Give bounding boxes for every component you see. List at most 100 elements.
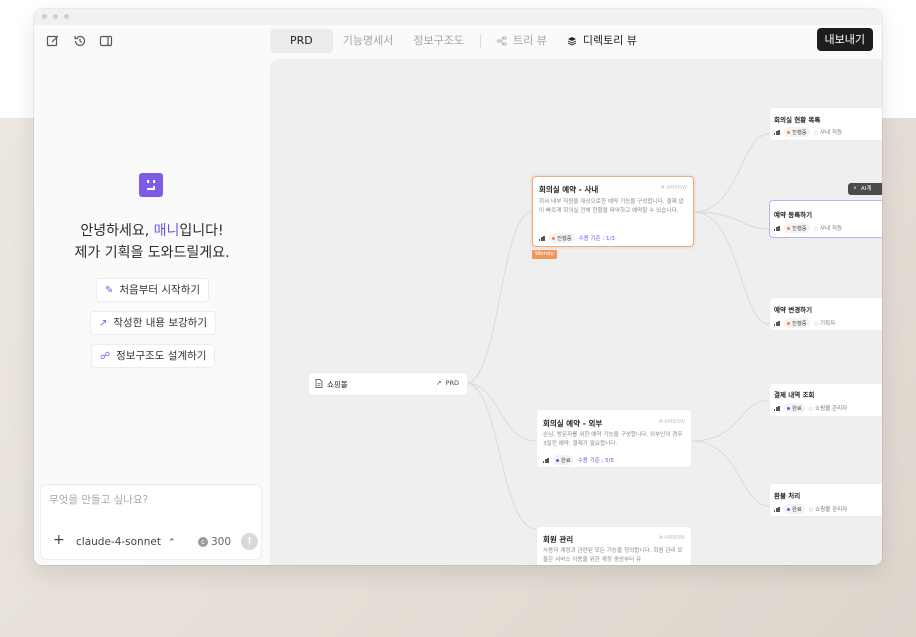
priority-icon: [774, 506, 780, 512]
chat-composer[interactable]: 무엇을 만들고 싶나요? + claude-4-sonnet ⌃ c 300 ↑: [40, 484, 262, 560]
credit-count: 300: [211, 536, 232, 548]
owner-label: 사내 직원: [814, 224, 842, 232]
arrow-up-right-icon: ↗: [436, 379, 442, 387]
status-badge: 진행중: [549, 233, 575, 243]
node-meta: 진행중 사내 직원: [774, 223, 842, 233]
tree-node-payment-history[interactable]: 결제 내역 조회 완료 쇼핑몰 관리자: [769, 383, 882, 417]
assistant-name: 매니: [153, 223, 180, 239]
status-label: 완료: [792, 406, 802, 412]
credit-icon: c: [198, 537, 208, 547]
send-button[interactable]: ↑: [241, 533, 258, 550]
node-id: #-AM9ISW: [660, 185, 687, 191]
chevron-up-icon: ⌃: [167, 538, 176, 548]
document-icon: [315, 379, 323, 388]
status-label: 진행중: [792, 130, 807, 136]
node-meta: 완료 쇼핑몰 관리자: [774, 403, 847, 413]
assistant-logo: [139, 173, 163, 197]
node-meta: 진행중 사내 직원: [774, 127, 842, 137]
node-description: 회사 내부 직원을 대상으로한 예약 기능을 구성합니다. 결제 없이 빠르게 …: [539, 199, 684, 214]
node-id: #-AM9ISW: [658, 535, 685, 541]
tree-node-modify-booking[interactable]: 예약 변경하기 진행중 기획자: [769, 297, 882, 331]
ai-tag-label: AI계: [860, 186, 872, 192]
priority-icon: [539, 235, 545, 241]
node-description: 손님, 방문자를 위한 예약 기능을 구성합니다. 외부인의 경우 3일전 예약…: [543, 432, 683, 447]
priority-icon: [774, 225, 780, 231]
directory-canvas[interactable]: 쇼핑몰 ↗ PRD 회의실 예약 - 사내 #-AM9ISW 회사 내부 직원을 …: [270, 59, 882, 565]
view-tabs: PRD 기능명세서 정보구조도 트리 뷰 디렉토리 뷰: [270, 29, 647, 53]
window-dot-minimize[interactable]: [53, 14, 58, 19]
tab-tree-view[interactable]: 트리 뷰: [487, 29, 557, 53]
status-badge: 진행중: [784, 223, 810, 233]
root-tag-label: PRD: [445, 379, 459, 387]
tab-tree-view-label: 트리 뷰: [512, 34, 547, 47]
status-badge: 완료: [553, 455, 574, 465]
owner-label: 사내 직원: [814, 128, 842, 136]
status-label: 진행중: [557, 236, 572, 242]
window-dot-zoom[interactable]: [64, 14, 69, 19]
tree-node-room-status-list[interactable]: 회의실 현황 목록 진행중 사내 직원: [769, 107, 882, 141]
start-from-scratch-label: 처음부터 시작하기: [119, 284, 201, 296]
edit-icon: ✎: [105, 285, 114, 296]
tab-divider: [479, 34, 481, 48]
root-title: 쇼핑몰: [327, 380, 348, 389]
owner-label: 기획자: [814, 319, 835, 327]
design-ia-button[interactable]: ☍ 정보구조도 설계하기: [91, 344, 216, 368]
node-id: #-AM9ISW: [658, 419, 685, 425]
enhance-content-button[interactable]: ↗ 작성한 내용 보강하기: [90, 311, 217, 335]
node-title: 회의실 예약 - 외부: [543, 419, 603, 428]
tree-icon: [497, 36, 507, 46]
node-meta: 완료 쇼핑몰 관리자: [774, 504, 847, 514]
tab-directory-view[interactable]: 디렉토리 뷰: [557, 29, 647, 53]
priority-icon: [774, 129, 780, 135]
tab-prd[interactable]: PRD: [270, 29, 333, 53]
tree-node-internal-booking[interactable]: 회의실 예약 - 사내 #-AM9ISW 회사 내부 직원을 대상으로한 예약 …: [532, 176, 694, 247]
chat-input[interactable]: 무엇을 만들고 싶나요?: [49, 492, 148, 507]
start-from-scratch-button[interactable]: ✎ 처음부터 시작하기: [96, 278, 210, 302]
tree-node-create-booking[interactable]: 예약 등록하기 진행중 사내 직원: [769, 200, 882, 238]
status-badge: 진행중: [784, 127, 810, 137]
tree-icon: ☍: [100, 351, 111, 362]
acceptance-criteria: 수용 기준 : 5/5: [577, 458, 614, 464]
design-ia-label: 정보구조도 설계하기: [116, 350, 207, 362]
node-title: 결제 내역 조회: [774, 391, 815, 399]
status-label: 완료: [792, 507, 802, 513]
priority-icon: [774, 320, 780, 326]
node-title: 회의실 예약 - 사내: [539, 185, 599, 194]
greeting-suffix: 입니다!: [179, 223, 224, 239]
node-title: 환불 처리: [774, 492, 801, 500]
sidebar-toggle-icon[interactable]: [98, 33, 114, 49]
tab-information-architecture[interactable]: 정보구조도: [403, 29, 474, 53]
tab-feature-spec[interactable]: 기능명세서: [333, 29, 404, 53]
node-title: 예약 변경하기: [774, 306, 813, 314]
model-selector[interactable]: claude-4-sonnet ⌃: [76, 536, 176, 548]
export-button[interactable]: 내보내기: [816, 28, 873, 51]
tree-node-external-booking[interactable]: 회의실 예약 - 외부 #-AM9ISW 손님, 방문자를 위한 예약 기능을 …: [536, 409, 692, 468]
tree-node-member-management[interactable]: 회원 관리 #-AM9ISW 사용자 계정과 관련된 모든 기능을 정의합니다.…: [536, 526, 692, 565]
status-label: 진행중: [792, 321, 807, 327]
greeting-prefix: 안녕하세요,: [80, 223, 154, 239]
status-label: 진행중: [792, 226, 807, 232]
window-dot-close[interactable]: [42, 14, 47, 19]
assistant-panel: 안녕하세요, 매니입니다! 제가 기획을 도와드릴게요. ✎ 처음부터 시작하기 …: [34, 59, 270, 565]
node-meta: 완료 수용 기준 : 5/5: [543, 455, 614, 465]
priority-icon: [774, 405, 780, 411]
node-title: 회의실 현황 목록: [774, 116, 821, 124]
lightning-icon: ⚡: [853, 186, 857, 192]
node-meta: 진행중 기획자: [774, 318, 835, 328]
attach-plus-icon[interactable]: +: [53, 533, 65, 547]
top-toolbar: PRD 기능명세서 정보구조도 트리 뷰 디렉토리 뷰 내보내기: [34, 25, 882, 59]
ai-tag: ⚡ AI계: [848, 183, 882, 195]
status-label: 완료: [561, 458, 571, 464]
model-name: claude-4-sonnet: [76, 536, 161, 548]
robot-face-icon: [147, 180, 156, 190]
history-icon[interactable]: [72, 33, 88, 49]
tree-node-refund[interactable]: 환불 처리 완료 쇼핑몰 관리자: [769, 483, 882, 517]
status-badge: 완료: [784, 403, 805, 413]
acceptance-criteria: 수용 기준 : 1/3: [578, 236, 615, 242]
node-description: 사용자 계정과 관련된 모든 기능을 정의합니다. 회원 관리 모듈은 서비스 …: [543, 548, 683, 563]
new-document-icon[interactable]: [45, 33, 61, 49]
node-meta: 진행중 수용 기준 : 1/3: [539, 233, 615, 243]
root-node[interactable]: 쇼핑몰 ↗ PRD: [308, 372, 468, 396]
owner-label: 쇼핑몰 관리자: [809, 505, 847, 513]
tab-directory-view-label: 디렉토리 뷰: [582, 34, 637, 47]
